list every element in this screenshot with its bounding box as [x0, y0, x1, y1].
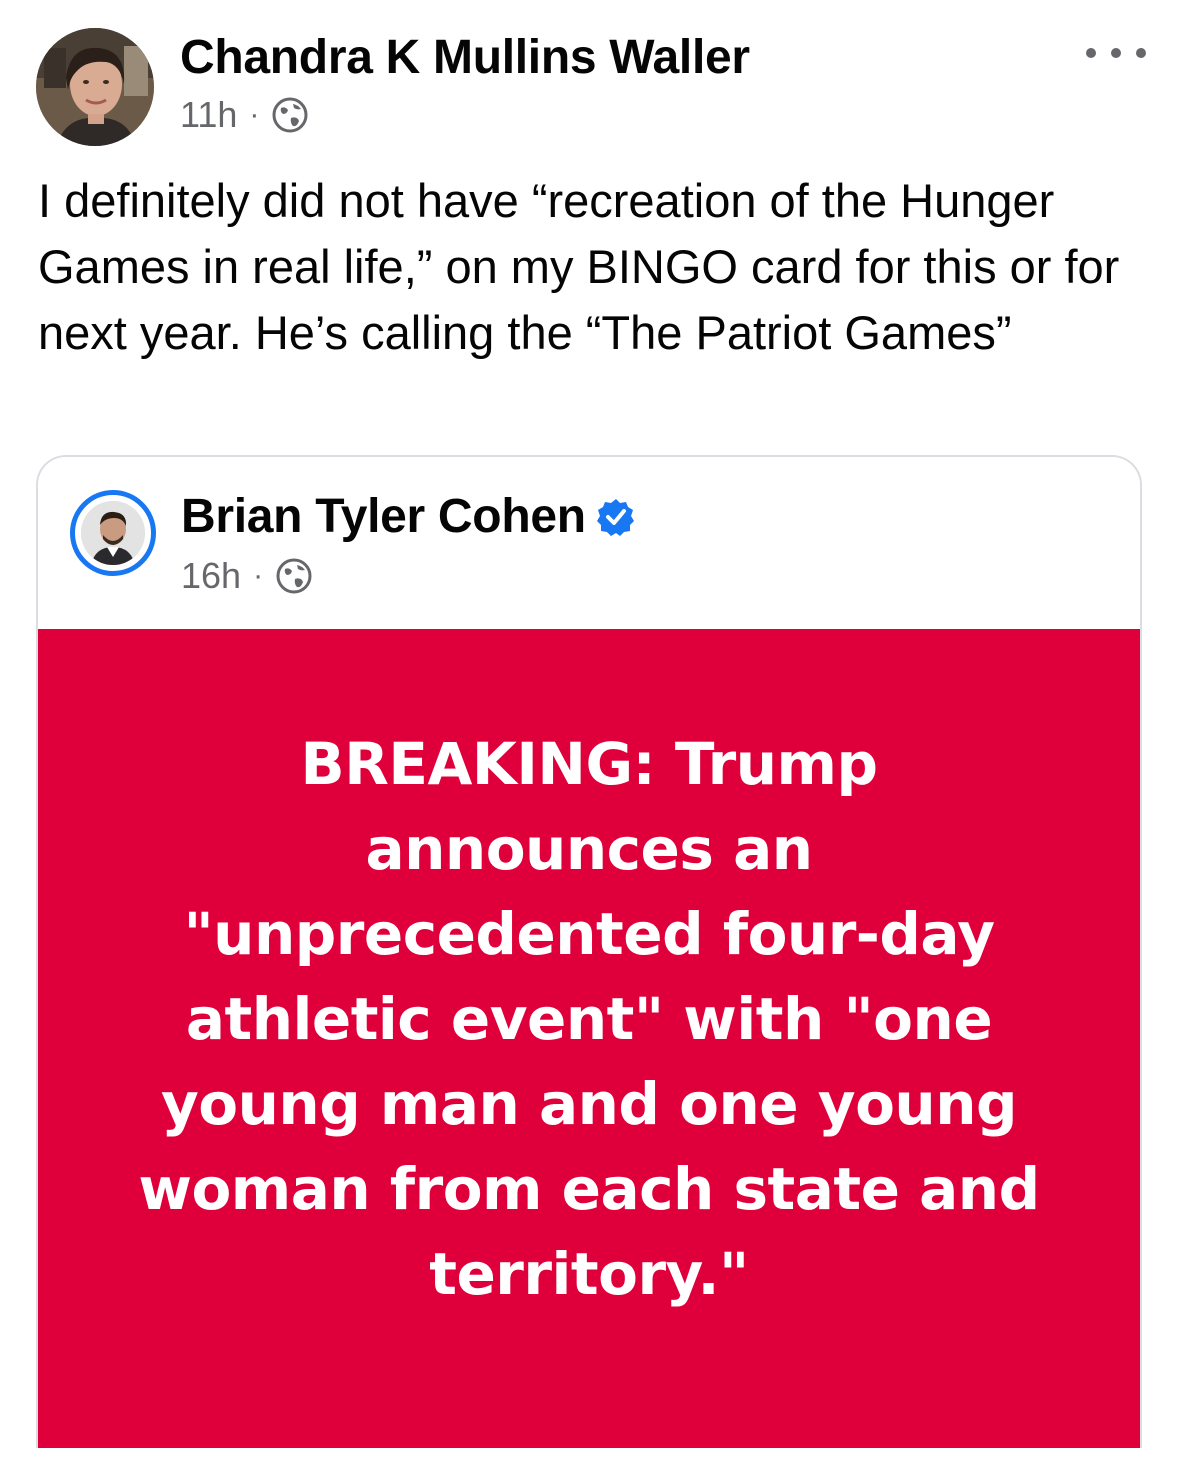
- more-dot: [1111, 48, 1121, 58]
- globe-icon: [272, 97, 308, 133]
- shared-author-avatar: [81, 501, 145, 565]
- post-timestamp[interactable]: 11h: [180, 94, 237, 136]
- shared-post-card[interactable]: Brian Tyler Cohen 16h · BREAKING: Trump …: [36, 455, 1142, 1448]
- shared-author-row: Brian Tyler Cohen: [181, 489, 636, 544]
- shared-author-avatar-ring[interactable]: [70, 490, 156, 576]
- more-options-button[interactable]: [1086, 38, 1146, 68]
- more-dot: [1136, 48, 1146, 58]
- shared-post-header: Brian Tyler Cohen 16h ·: [38, 457, 1140, 629]
- shared-post-meta: 16h ·: [181, 555, 313, 597]
- more-dot: [1086, 48, 1096, 58]
- author-name[interactable]: Chandra K Mullins Waller: [180, 30, 750, 85]
- verified-badge-icon: [596, 498, 634, 536]
- breaking-headline: BREAKING: Trump announces an "unpreceden…: [138, 730, 1040, 1308]
- shared-author-avatar-image: [81, 501, 145, 565]
- post-text: I definitely did not have “recreation of…: [38, 174, 1120, 359]
- author-avatar[interactable]: [36, 28, 154, 146]
- shared-post-timestamp[interactable]: 16h: [181, 555, 241, 597]
- post-meta: 11h ·: [180, 94, 309, 136]
- post-header: Chandra K Mullins Waller 11h ·: [36, 28, 1146, 148]
- shared-author-name[interactable]: Brian Tyler Cohen: [181, 489, 586, 544]
- author-avatar-image: [36, 28, 154, 146]
- meta-separator: ·: [253, 559, 264, 592]
- globe-icon: [276, 558, 312, 594]
- breaking-news-panel[interactable]: BREAKING: Trump announces an "unpreceden…: [38, 629, 1140, 1448]
- meta-separator: ·: [249, 98, 260, 131]
